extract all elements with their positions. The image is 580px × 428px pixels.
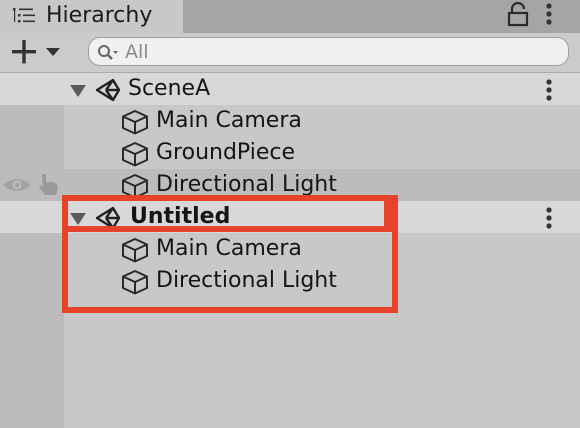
gameobject-label: Main Camera <box>156 236 302 261</box>
list-item[interactable]: Main Camera <box>0 233 580 265</box>
gameobject-cube-icon <box>121 269 149 299</box>
scene-header-scenea[interactable]: SceneA <box>0 73 580 105</box>
gameobject-cube-icon <box>121 109 149 139</box>
gameobject-label: GroundPiece <box>156 140 295 165</box>
hierarchy-list-icon <box>12 5 38 31</box>
scene-kebab-menu-icon[interactable] <box>543 205 555 235</box>
hand-pointer-icon[interactable] <box>36 173 62 201</box>
unity-scene-icon <box>94 77 122 107</box>
search-placeholder: All <box>125 41 149 63</box>
list-item[interactable]: Directional Light <box>0 265 580 297</box>
search-input[interactable]: All <box>88 37 569 66</box>
scene-name: Untitled <box>130 204 231 229</box>
scene-name: SceneA <box>128 76 211 101</box>
list-item-hovered[interactable]: Directional Light <box>0 169 580 201</box>
scene-header-untitled[interactable]: Untitled <box>0 201 580 233</box>
eye-icon[interactable] <box>2 176 32 198</box>
tab-hierarchy[interactable]: Hierarchy <box>0 0 183 33</box>
hierarchy-toolbar: All <box>0 33 580 73</box>
tab-title: Hierarchy <box>46 3 153 28</box>
foldout-expanded-icon[interactable] <box>69 83 87 102</box>
hierarchy-tree: SceneA Main Camera GroundPiece Direction… <box>0 73 580 428</box>
foldout-expanded-icon[interactable] <box>69 211 87 230</box>
scene-kebab-menu-icon[interactable] <box>543 77 555 107</box>
lock-icon[interactable] <box>507 1 529 32</box>
gameobject-label: Directional Light <box>156 268 337 293</box>
list-item[interactable]: GroundPiece <box>0 137 580 169</box>
create-dropdown-button[interactable] <box>10 39 66 65</box>
tab-bar: Hierarchy <box>0 0 580 33</box>
search-icon <box>97 44 119 66</box>
gameobject-label: Main Camera <box>156 108 302 133</box>
gameobject-label: Directional Light <box>156 172 337 197</box>
list-item[interactable]: Main Camera <box>0 105 580 137</box>
gameobject-cube-icon <box>121 141 149 171</box>
tab-kebab-menu-icon[interactable] <box>543 2 555 32</box>
gameobject-cube-icon <box>121 173 149 203</box>
gameobject-cube-icon <box>121 237 149 267</box>
unity-scene-icon <box>94 205 122 235</box>
